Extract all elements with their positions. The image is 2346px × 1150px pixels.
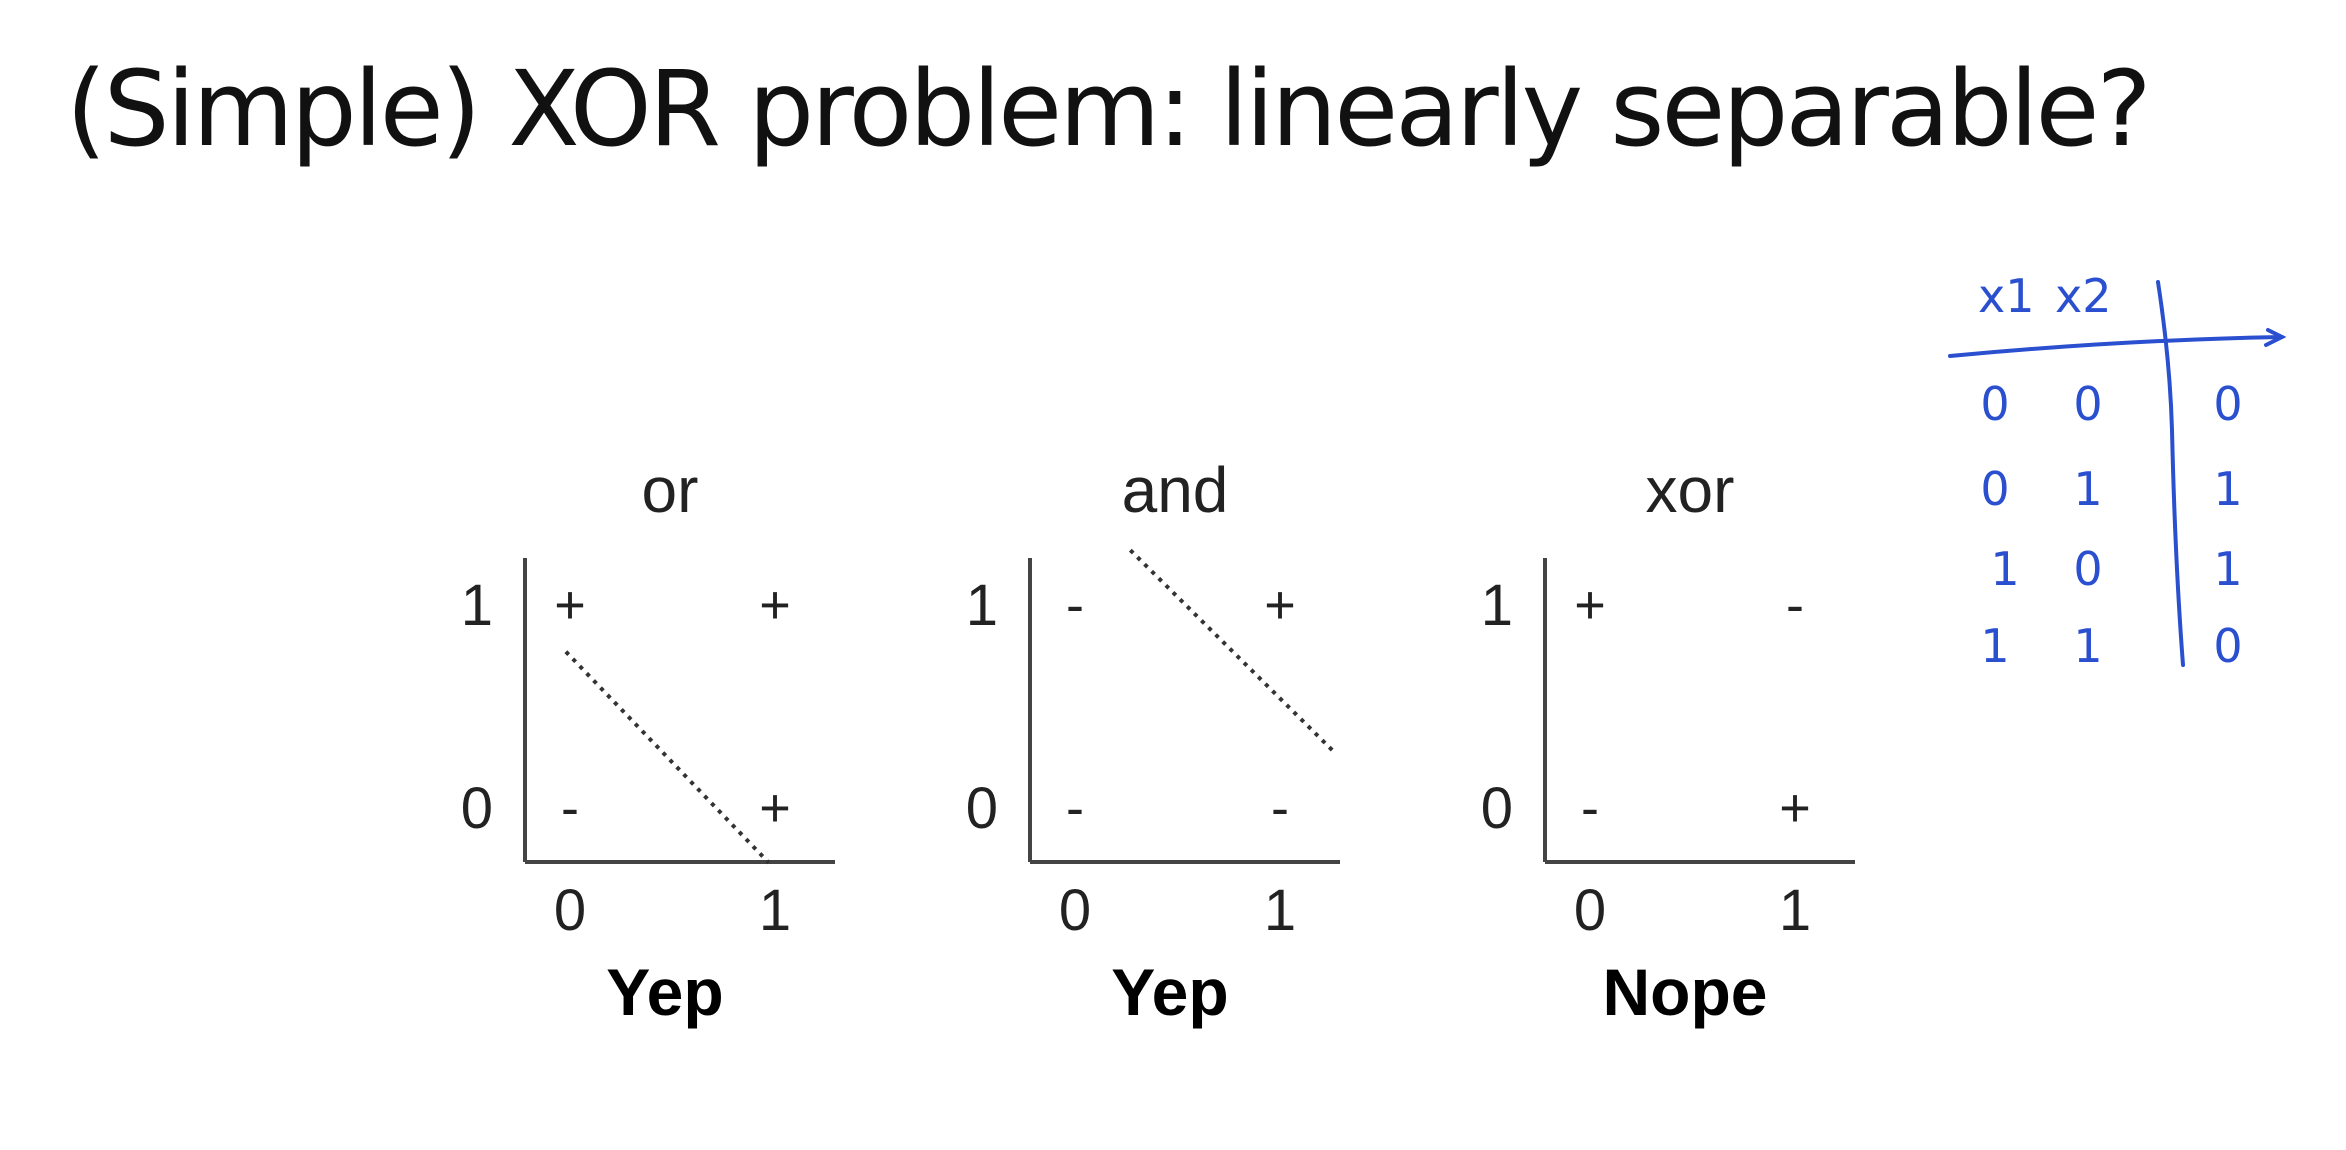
truth-table-cell-r2-c1: 0 (2073, 542, 2102, 596)
plot-or-y-tick-1: 1 (461, 573, 493, 638)
plot-or-title: or (642, 454, 699, 526)
plot-or-x-tick-0: 0 (554, 878, 586, 943)
truth-table-cell-r0-c0: 0 (1980, 377, 2009, 431)
plot-and-point-11: + (1264, 575, 1296, 635)
plot-or-point-10: + (759, 778, 791, 838)
slide: (Simple) XOR problem: linearly separable… (0, 0, 2346, 1150)
plot-xor-title: xor (1646, 454, 1735, 526)
plot-xor-x-tick-1: 1 (1779, 878, 1811, 943)
truth-table-cell-r1-c1: 1 (2073, 462, 2102, 516)
plot-and-title: and (1122, 454, 1229, 526)
plot-and-separator-line (1128, 548, 1337, 755)
plot-and-y-tick-1: 1 (966, 573, 998, 638)
plot-xor-point-11: - (1786, 575, 1804, 635)
truth-table-cell-r3-c1: 1 (2073, 619, 2102, 673)
plot-and-y-tick-0: 0 (966, 776, 998, 841)
plot-or-point-11: + (759, 575, 791, 635)
diagram-canvas: or100 1-+++Yepand100 1---+Yepxor100 1-++-No… (461, 269, 2287, 1029)
truth-table-horizontal-rule (1948, 335, 2284, 358)
truth-table-header-x1: x1 (1978, 269, 2035, 323)
plot-xor-verdict: Nope (1603, 955, 1768, 1029)
truth-table-header-x2: x2 (2055, 269, 2112, 323)
truth-table-cell-r0-c1: 0 (2073, 377, 2102, 431)
truth-table-cell-r2-c0: 1 (1990, 542, 2019, 596)
plot-or-verdict: Yep (606, 955, 723, 1029)
truth-table-cell-r1-c0: 0 (1980, 462, 2009, 516)
plot-or-separator-line (564, 650, 771, 865)
plot-or-point-00: - (561, 778, 579, 838)
plot-or-x-tick-1: 1 (759, 878, 791, 943)
plot-xor-point-00: - (1581, 778, 1599, 838)
truth-table-cell-r0-c2: 0 (2213, 377, 2242, 431)
plot-and-x-tick-0: 0 (1059, 878, 1091, 943)
plot-and-point-01: - (1066, 575, 1084, 635)
truth-table-cell-r1-c2: 1 (2213, 462, 2242, 516)
plot-and-point-00: - (1066, 778, 1084, 838)
truth-table-cell-r3-c2: 0 (2213, 619, 2242, 673)
plot-xor-x-tick-0: 0 (1574, 878, 1606, 943)
truth-table-cell-r3-c0: 1 (1980, 619, 2009, 673)
plot-xor-y-tick-0: 0 (1481, 776, 1513, 841)
plot-or-y-tick-0: 0 (461, 776, 493, 841)
plot-xor-point-01: + (1574, 575, 1606, 635)
plot-or-point-01: + (554, 575, 586, 635)
truth-table-cell-r2-c2: 1 (2213, 542, 2242, 596)
plot-xor-y-tick-1: 1 (1481, 573, 1513, 638)
plot-and-x-tick-1: 1 (1264, 878, 1296, 943)
plot-and-point-10: - (1271, 778, 1289, 838)
plot-and-verdict: Yep (1111, 955, 1228, 1029)
plot-xor-point-10: + (1779, 778, 1811, 838)
